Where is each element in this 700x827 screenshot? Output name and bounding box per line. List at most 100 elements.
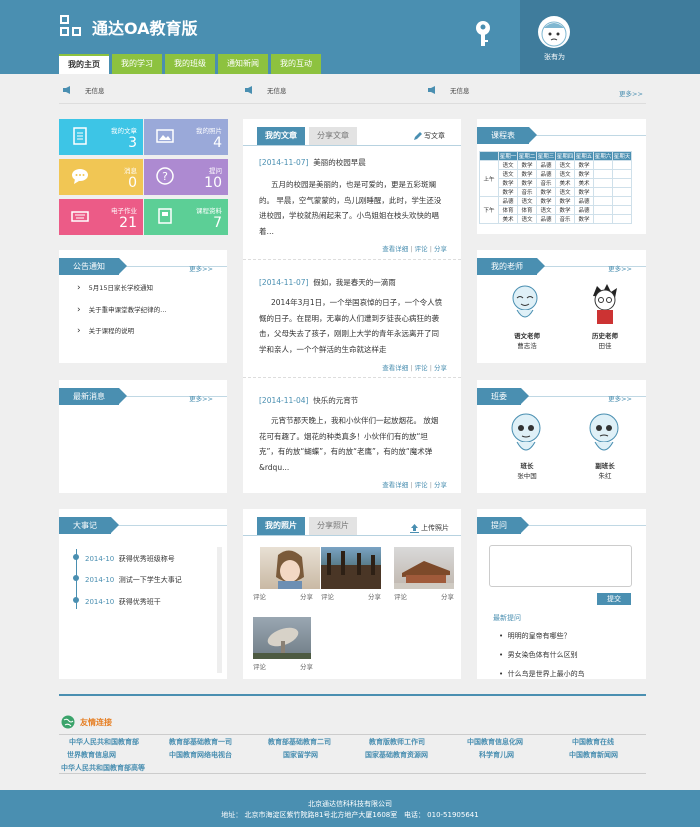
- nav-news[interactable]: 通知新闻: [218, 54, 268, 74]
- table-header-row: 星期一 星期二 星期三 星期四 星期五 星期六 星期天: [479, 151, 632, 161]
- friend-link[interactable]: 中国教育信息化网: [467, 737, 523, 747]
- photo-share-link[interactable]: 分享: [300, 661, 313, 671]
- friend-link[interactable]: 中国教育在线: [572, 737, 614, 747]
- photo-comment-link[interactable]: 评论: [253, 661, 266, 671]
- article-actions: 查看详细 | 评论 | 分享: [382, 245, 447, 253]
- timeline-dot: [73, 554, 79, 560]
- event-item[interactable]: 2014-10 获得优秀班干: [85, 597, 161, 607]
- tile-articles[interactable]: 我的文章 3: [59, 119, 143, 155]
- friend-link[interactable]: 国家基础教育资源网: [365, 750, 428, 760]
- friend-link[interactable]: 教育部基础教育一司: [169, 737, 232, 747]
- event-item[interactable]: 2014-10 获得优秀班级称号: [85, 554, 175, 564]
- question-input[interactable]: [489, 545, 632, 587]
- user-name[interactable]: 张有为: [544, 52, 565, 62]
- more-link[interactable]: 更多>>: [189, 263, 213, 273]
- avatar[interactable]: [538, 16, 570, 48]
- tile-photos[interactable]: 我的照片 4: [144, 119, 228, 155]
- tile-label: 电子作业: [111, 207, 137, 215]
- tile-materials[interactable]: 课程资料 7: [144, 199, 228, 235]
- comment-link[interactable]: 评论: [415, 245, 428, 253]
- more-link[interactable]: 更多>>: [608, 263, 632, 273]
- detail-link[interactable]: 查看详细: [382, 245, 408, 253]
- article-heading[interactable]: [2014-11-07] 假如，我是春天的一滴雨: [259, 277, 396, 288]
- friend-link[interactable]: 教育版教师工作司: [369, 737, 425, 747]
- friend-link[interactable]: 教育部基础教育二司: [268, 737, 331, 747]
- friend-link[interactable]: 世界教育信息网: [67, 750, 116, 760]
- scrollbar[interactable]: [217, 547, 222, 673]
- notice-more-link[interactable]: 更多>>: [619, 88, 643, 98]
- tab-shared-articles[interactable]: 分享文章: [309, 127, 357, 145]
- brand[interactable]: 通达OA教育版: [60, 15, 198, 39]
- events-panel: 大事记 2014-10 获得优秀班级称号 2014-10 测试一下学生大事记 2…: [59, 509, 227, 679]
- comment-link[interactable]: 评论: [415, 481, 428, 489]
- photo-thumbnail[interactable]: [321, 547, 381, 589]
- table-header: 星期六: [593, 151, 613, 161]
- table-header: 星期五: [574, 151, 594, 161]
- teacher-avatar[interactable]: [507, 282, 547, 326]
- share-link[interactable]: 分享: [434, 481, 447, 489]
- panel-title: 我的老师: [477, 258, 545, 275]
- friend-link[interactable]: 中华人民共和国教育部: [69, 737, 139, 747]
- question-item[interactable]: • 什么鸟是世界上最小的鸟: [499, 669, 585, 679]
- notice-3: 无信息: [428, 85, 470, 95]
- photo-comment-link[interactable]: 评论: [253, 591, 266, 601]
- share-link[interactable]: 分享: [434, 245, 447, 253]
- tile-messages[interactable]: 消息 0: [59, 159, 143, 195]
- list-item[interactable]: 关于课程的说明: [77, 325, 135, 336]
- write-article-button[interactable]: 写文章: [413, 131, 445, 141]
- more-link[interactable]: 更多>>: [189, 393, 213, 403]
- tile-label: 消息: [124, 167, 137, 175]
- list-item[interactable]: 5月15日家长学校通知: [77, 282, 153, 293]
- detail-link[interactable]: 查看详细: [382, 364, 408, 372]
- teacher-avatar[interactable]: [585, 282, 625, 326]
- friend-link[interactable]: 科学育儿网: [479, 750, 514, 760]
- nav-interact[interactable]: 我的互动: [271, 54, 321, 74]
- friend-link[interactable]: 中国教育网络电视台: [169, 750, 232, 760]
- event-item[interactable]: 2014-10 测试一下学生大事记: [85, 575, 182, 585]
- nav-class[interactable]: 我的班级: [165, 54, 215, 74]
- friend-link[interactable]: 国家留学网: [283, 750, 318, 760]
- photo-comment-link[interactable]: 评论: [321, 591, 334, 601]
- question-item[interactable]: • 明明的皇帝有哪些？: [499, 631, 571, 641]
- more-link[interactable]: 更多>>: [608, 393, 632, 403]
- article-heading[interactable]: [2014-11-07] 美丽的校园早晨: [259, 157, 366, 168]
- member-card[interactable]: 班长 张中国: [497, 460, 557, 480]
- timeline-dot: [73, 575, 79, 581]
- share-link[interactable]: 分享: [434, 364, 447, 372]
- photos-panel: 我的照片 分享照片 上传照片 评论 分享 评论 分享 评论 分享 评论 分享: [243, 509, 461, 679]
- tab-shared-photos[interactable]: 分享照片: [309, 517, 357, 535]
- photo-share-link[interactable]: 分享: [441, 591, 454, 601]
- picture-icon: [156, 129, 174, 143]
- key-icon[interactable]: [474, 20, 492, 48]
- speaker-icon: [63, 86, 70, 94]
- friend-link[interactable]: 中华人民共和国教育部高等: [61, 763, 145, 773]
- teacher-card[interactable]: 语文老师 曹志浩: [497, 330, 557, 350]
- photo-share-link[interactable]: 分享: [368, 591, 381, 601]
- nav-study[interactable]: 我的学习: [112, 54, 162, 74]
- latest-questions-label: 最新提问: [493, 614, 521, 622]
- submit-button[interactable]: 提交: [597, 593, 631, 605]
- photo-comment-link[interactable]: 评论: [394, 591, 407, 601]
- list-item[interactable]: 关于重申课堂教学纪律的…: [77, 304, 167, 315]
- photo-thumbnail[interactable]: [394, 547, 454, 589]
- photo-thumbnail[interactable]: [260, 547, 320, 589]
- question-item[interactable]: • 男女染色体有什么区别: [499, 650, 578, 660]
- svg-text:?: ?: [162, 170, 168, 183]
- tab-my-articles[interactable]: 我的文章: [257, 127, 305, 145]
- tile-homework[interactable]: 电子作业 21: [59, 199, 143, 235]
- nav-home[interactable]: 我的主页: [59, 54, 109, 74]
- tab-my-photos[interactable]: 我的照片: [257, 517, 305, 535]
- comment-link[interactable]: 评论: [415, 364, 428, 372]
- tile-questions[interactable]: ? 提问 10: [144, 159, 228, 195]
- detail-link[interactable]: 查看详细: [382, 481, 408, 489]
- member-avatar[interactable]: [583, 410, 625, 458]
- upload-photo-button[interactable]: 上传照片: [409, 523, 449, 533]
- photo-thumbnail[interactable]: [253, 617, 311, 659]
- teacher-card[interactable]: 历史老师 田佳: [575, 330, 635, 350]
- period-label: 下午: [479, 196, 499, 224]
- member-card[interactable]: 副班长 朱红: [575, 460, 635, 480]
- article-heading[interactable]: [2014-11-04] 快乐的元宵节: [259, 395, 358, 406]
- friend-link[interactable]: 中国教育新闻网: [569, 750, 618, 760]
- photo-share-link[interactable]: 分享: [300, 591, 313, 601]
- member-avatar[interactable]: [505, 410, 547, 458]
